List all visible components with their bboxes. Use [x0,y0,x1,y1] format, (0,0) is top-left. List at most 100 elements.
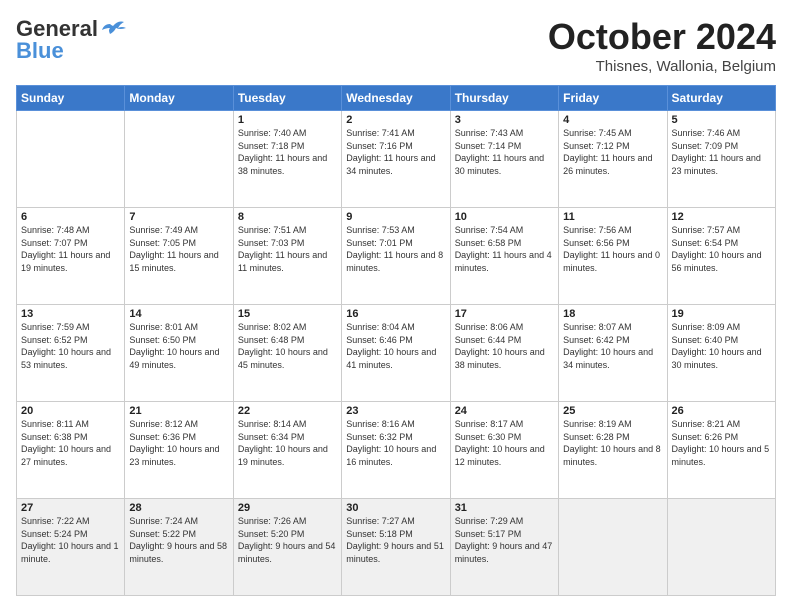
daylight-text: Daylight: 10 hours and 19 minutes. [238,444,328,467]
sunrise-text: Sunrise: 8:11 AM [21,419,89,429]
daylight-text: Daylight: 10 hours and 27 minutes. [21,444,111,467]
cell-week5-day2: 29Sunrise: 7:26 AMSunset: 5:20 PMDayligh… [233,499,341,596]
day-info: Sunrise: 8:11 AM Sunset: 6:38 PM Daylight:… [21,418,120,468]
cell-week4-day3: 23Sunrise: 8:16 AMSunset: 6:32 PMDayligh… [342,402,450,499]
day-number: 23 [346,405,445,417]
col-friday: Friday [559,86,667,111]
sunrise-text: Sunrise: 8:01 AM [129,322,198,332]
daylight-text: Daylight: 10 hours and 30 minutes. [672,347,762,370]
cell-week5-day3: 30Sunrise: 7:27 AMSunset: 5:18 PMDayligh… [342,499,450,596]
day-info: Sunrise: 8:07 AMSunset: 6:42 PMDaylight:… [563,321,662,371]
day-number: 3 [455,114,554,126]
day-number: 6 [21,211,120,223]
cell-week2-day2: 8Sunrise: 7:51 AMSunset: 7:03 PMDaylight… [233,208,341,305]
day-info: Sunrise: 7:46 AMSunset: 7:09 PMDaylight:… [672,127,771,177]
sunrise-text: Sunrise: 7:56 AM [563,225,632,235]
day-number: 24 [455,405,554,417]
day-info: Sunrise: 7:57 AMSunset: 6:54 PMDaylight:… [672,224,771,274]
sunset-text: Sunset: 6:44 PM [455,335,522,345]
sunrise-text: Sunrise: 7:40 AM [238,128,307,138]
cell-week5-day5 [559,499,667,596]
day-info: Sunrise: 7:26 AMSunset: 5:20 PMDaylight:… [238,515,337,565]
day-number: 13 [21,308,120,320]
daylight-text: Daylight: 11 hours and 30 minutes. [455,153,544,176]
day-number: 22 [238,405,337,417]
cell-week4-day1: 21Sunrise: 8:12 AMSunset: 6:36 PMDayligh… [125,402,233,499]
cell-week3-day5: 18Sunrise: 8:07 AMSunset: 6:42 PMDayligh… [559,305,667,402]
sunrise-text: Sunrise: 8:06 AM [455,322,524,332]
day-number: 15 [238,308,337,320]
day-info: Sunrise: 8:12 AMSunset: 6:36 PMDaylight:… [129,418,228,468]
daylight-text: Daylight: 9 hours and 51 minutes. [346,541,444,564]
page: General Blue October 2024 Thisnes, Wallo… [0,0,792,612]
title-block: October 2024 Thisnes, Wallonia, Belgium [548,16,776,75]
day-info: Sunrise: 7:53 AMSunset: 7:01 PMDaylight:… [346,224,445,274]
day-number: 28 [129,502,228,514]
daylight-text: Daylight: 11 hours and 19 minutes. [21,250,110,273]
daylight-text: Daylight: 11 hours and 23 minutes. [672,153,761,176]
cell-week2-day0: 6 Sunrise: 7:48 AM Sunset: 7:07 PM Daylight… [17,208,125,305]
sunrise-text: Sunrise: 8:19 AM [563,419,632,429]
sunrise-text: Sunrise: 7:51 AM [238,225,307,235]
daylight-text: Daylight: 11 hours and 38 minutes. [238,153,327,176]
daylight-text: Daylight: 11 hours and 4 minutes. [455,250,552,273]
daylight-text: Daylight: 11 hours and 8 minutes. [346,250,443,273]
cell-week2-day4: 10Sunrise: 7:54 AMSunset: 6:58 PMDayligh… [450,208,558,305]
calendar-table: Sunday Monday Tuesday Wednesday Thursday… [16,85,776,596]
daylight-text: Daylight: 11 hours and 15 minutes. [129,250,218,273]
cell-week3-day4: 17Sunrise: 8:06 AMSunset: 6:44 PMDayligh… [450,305,558,402]
daylight-text: Daylight: 10 hours and 12 minutes. [455,444,545,467]
sunset-text: Sunset: 7:14 PM [455,141,522,151]
sunset-text: Sunset: 6:52 PM [21,335,88,345]
sunset-text: Sunset: 5:22 PM [129,529,196,539]
week-row-4: 20 Sunrise: 8:11 AM Sunset: 6:38 PM Dayligh… [17,402,776,499]
cell-week4-day6: 26Sunrise: 8:21 AMSunset: 6:26 PMDayligh… [667,402,775,499]
cell-week1-day6: 5Sunrise: 7:46 AMSunset: 7:09 PMDaylight… [667,111,775,208]
sunset-text: Sunset: 6:50 PM [129,335,196,345]
day-info: Sunrise: 8:17 AMSunset: 6:30 PMDaylight:… [455,418,554,468]
day-number: 21 [129,405,228,417]
calendar-header-row: Sunday Monday Tuesday Wednesday Thursday… [17,86,776,111]
cell-week3-day2: 15Sunrise: 8:02 AMSunset: 6:48 PMDayligh… [233,305,341,402]
day-info: Sunrise: 8:04 AMSunset: 6:46 PMDaylight:… [346,321,445,371]
day-number: 18 [563,308,662,320]
day-number: 17 [455,308,554,320]
sunset-text: Sunset: 6:36 PM [129,432,196,442]
sunrise-text: Sunrise: 8:02 AM [238,322,307,332]
week-row-2: 6 Sunrise: 7:48 AM Sunset: 7:07 PM Daylight… [17,208,776,305]
sunset-text: Sunset: 6:38 PM [21,432,88,442]
day-number: 27 [21,502,120,514]
sunset-text: Sunset: 7:01 PM [346,238,413,248]
day-info: Sunrise: 8:19 AMSunset: 6:28 PMDaylight:… [563,418,662,468]
day-info: Sunrise: 7:41 AMSunset: 7:16 PMDaylight:… [346,127,445,177]
cell-week3-day3: 16Sunrise: 8:04 AMSunset: 6:46 PMDayligh… [342,305,450,402]
sunset-text: Sunset: 6:48 PM [238,335,305,345]
day-info: Sunrise: 7:51 AMSunset: 7:03 PMDaylight:… [238,224,337,274]
col-sunday: Sunday [17,86,125,111]
cell-week1-day3: 2Sunrise: 7:41 AMSunset: 7:16 PMDaylight… [342,111,450,208]
day-number: 7 [129,211,228,223]
logo-blue: Blue [16,38,64,64]
daylight-text: Daylight: 9 hours and 54 minutes. [238,541,336,564]
daylight-text: Daylight: 11 hours and 26 minutes. [563,153,652,176]
sunset-text: Sunset: 6:32 PM [346,432,413,442]
day-number: 9 [346,211,445,223]
sunset-text: Sunset: 7:12 PM [563,141,630,151]
day-number: 20 [21,405,120,417]
day-info: Sunrise: 7:27 AMSunset: 5:18 PMDaylight:… [346,515,445,565]
cell-week1-day0 [17,111,125,208]
day-info: Sunrise: 7:43 AMSunset: 7:14 PMDaylight:… [455,127,554,177]
month-title: October 2024 [548,16,776,58]
sunrise-text: Sunrise: 7:48 AM [21,225,90,235]
header: General Blue October 2024 Thisnes, Wallo… [16,16,776,75]
week-row-3: 13Sunrise: 7:59 AMSunset: 6:52 PMDayligh… [17,305,776,402]
sunset-text: Sunset: 6:30 PM [455,432,522,442]
cell-week4-day5: 25Sunrise: 8:19 AMSunset: 6:28 PMDayligh… [559,402,667,499]
sunrise-text: Sunrise: 7:24 AM [129,516,198,526]
day-number: 29 [238,502,337,514]
day-number: 19 [672,308,771,320]
cell-week4-day4: 24Sunrise: 8:17 AMSunset: 6:30 PMDayligh… [450,402,558,499]
daylight-text: Daylight: 10 hours and 16 minutes. [346,444,436,467]
sunset-text: Sunset: 7:07 PM [21,238,88,248]
cell-week5-day1: 28Sunrise: 7:24 AMSunset: 5:22 PMDayligh… [125,499,233,596]
